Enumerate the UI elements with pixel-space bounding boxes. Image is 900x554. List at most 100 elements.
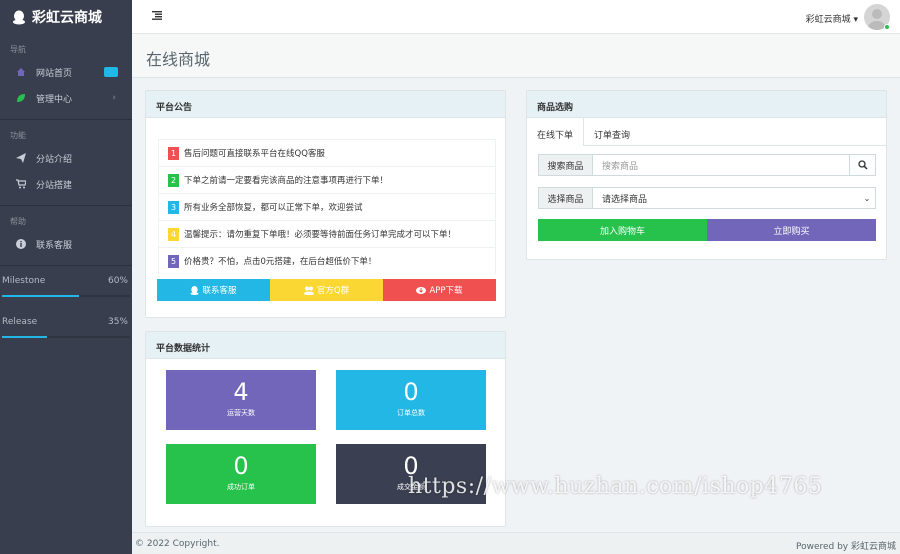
- button-label: APP下载: [429, 286, 463, 296]
- page-title-bar: 在线商城: [132, 34, 900, 78]
- button-label: 联系客服: [202, 286, 237, 296]
- qq-icon: [13, 10, 25, 24]
- tab-order-query[interactable]: 订单查询: [584, 118, 640, 145]
- item-text: 所有业务全部恢复，都可以正常下单，欢迎尝试: [184, 203, 363, 213]
- copyright: © 2022 Copyright.: [135, 539, 220, 549]
- search-input[interactable]: 搜索商品: [593, 155, 849, 175]
- paper-plane-icon: [15, 152, 27, 164]
- watermark-text: https://www.huzhan.com/ishop4765: [408, 474, 823, 499]
- stat-value: 0: [403, 378, 419, 406]
- item-number: 1: [168, 146, 179, 160]
- shop-tabs: 在线下单 订单查询: [527, 118, 886, 146]
- button-label: 官方Q群: [316, 286, 350, 296]
- contact-support-button[interactable]: 联系客服: [157, 279, 270, 301]
- users-icon: [303, 286, 314, 295]
- announcement-list: 1 售后问题可直接联系平台在线QQ客服 2 下单之前请一定要看完该商品的注意事项…: [158, 139, 496, 274]
- progress-track: [2, 336, 130, 338]
- item-number: 2: [168, 173, 179, 187]
- heart-badge: [104, 67, 118, 77]
- item-number: 3: [168, 200, 179, 214]
- list-item: 4 温馨提示：请勿重复下单哦！必须要等待前面任务订单完成才可以下单！: [158, 220, 496, 247]
- item-number: 5: [168, 254, 179, 268]
- chevron-down-icon[interactable]: ⌄: [859, 188, 875, 208]
- select-label: 选择商品: [539, 188, 593, 208]
- menu-toggle-icon[interactable]: [152, 11, 162, 20]
- announcement-buttons: 联系客服 官方Q群 APP下载: [157, 279, 496, 301]
- list-item: 2 下单之前请一定要看完该商品的注意事项再进行下单！: [158, 166, 496, 193]
- buy-buttons: 加入购物车 立即购买: [538, 219, 876, 241]
- search-field: 搜索商品 搜索商品: [538, 154, 876, 176]
- stat-label: 成功订单: [227, 483, 255, 491]
- progress-fill: [2, 336, 47, 338]
- sidebar-item-label: 联系客服: [36, 240, 73, 251]
- sidebar: 彩虹云商城 导航 网站首页 管理中心 › 功能 分站介绍 分站搭建 帮助 联系客…: [0, 0, 132, 554]
- home-icon: [15, 66, 27, 78]
- leaf-icon: [15, 92, 27, 104]
- progress-value: 35%: [107, 317, 128, 327]
- item-number: 4: [168, 227, 179, 241]
- stat-card-success: 0 成功订单: [166, 444, 316, 504]
- announcement-panel: 平台公告 1 售后问题可直接联系平台在线QQ客服 2 下单之前请一定要看完该商品…: [145, 90, 506, 318]
- item-text: 售后问题可直接联系平台在线QQ客服: [184, 149, 325, 159]
- sidebar-item-support[interactable]: 联系客服: [0, 231, 132, 257]
- user-menu[interactable]: 彩虹云商城 ▾: [806, 12, 858, 25]
- stat-card-days: 4 运营天数: [166, 370, 316, 430]
- progress-fill: [2, 295, 79, 297]
- sidebar-item-label: 分站搭建: [36, 180, 73, 191]
- sidebar-item-label: 管理中心: [36, 94, 73, 105]
- qq-icon: [190, 285, 200, 295]
- buy-now-button[interactable]: 立即购买: [707, 219, 876, 241]
- list-item: 5 价格贵？不怕，点击0元搭建，在后台超低价下单！: [158, 247, 496, 274]
- item-text: 下单之前请一定要看完该商品的注意事项再进行下单！: [184, 176, 389, 186]
- powered-by: Powered by 彩虹云商城: [795, 542, 896, 552]
- brand-name: 彩虹云商城: [32, 10, 102, 26]
- chevron-right-icon: ›: [112, 93, 116, 103]
- progress-value: 60%: [107, 276, 128, 286]
- sidebar-item-home[interactable]: 网站首页: [0, 59, 132, 85]
- progress-label: Release: [2, 317, 38, 327]
- stat-label: 订单总数: [397, 409, 425, 417]
- online-status-dot: [884, 24, 890, 30]
- panel-title: 商品选购: [527, 91, 886, 118]
- product-select[interactable]: 请选择商品: [593, 188, 859, 208]
- stat-value: 4: [233, 378, 249, 406]
- user-name: 彩虹云商城: [805, 15, 851, 25]
- search-button[interactable]: [849, 155, 875, 175]
- sidebar-item-label: 分站介绍: [36, 154, 73, 165]
- list-item: 3 所有业务全部恢复，都可以正常下单，欢迎尝试: [158, 193, 496, 220]
- panel-title: 平台数据统计: [146, 332, 505, 359]
- panel-title: 平台公告: [146, 91, 505, 118]
- product-select-field: 选择商品 请选择商品 ⌄: [538, 187, 876, 209]
- progress-release: Release 35%: [0, 317, 132, 338]
- footer: © 2022 Copyright. Powered by 彩虹云商城: [132, 532, 900, 554]
- sidebar-item-admin[interactable]: 管理中心 ›: [0, 85, 132, 111]
- page-title: 在线商城: [146, 50, 211, 69]
- info-icon: [15, 238, 27, 250]
- sidebar-item-label: 网站首页: [36, 68, 73, 79]
- sidebar-item-intro[interactable]: 分站介绍: [0, 145, 132, 171]
- shop-panel: 商品选购 在线下单 订单查询 搜索商品 搜索商品 选择商品 请选择商品 ⌄ 加入…: [526, 90, 887, 260]
- progress-track: [2, 295, 130, 297]
- section-title-nav: 导航: [10, 45, 26, 54]
- progress-label: Milestone: [2, 276, 46, 286]
- add-to-cart-button[interactable]: 加入购物车: [538, 219, 707, 241]
- item-text: 价格贵？不怕，点击0元搭建，在后台超低价下单！: [184, 257, 377, 267]
- brand[interactable]: 彩虹云商城: [0, 0, 132, 34]
- section-title-help: 帮助: [10, 217, 26, 226]
- cloud-download-icon: [416, 287, 427, 294]
- item-text: 温馨提示：请勿重复下单哦！必须要等待前面任务订单完成才可以下单！: [184, 230, 457, 240]
- stat-card-orders: 0 订单总数: [336, 370, 486, 430]
- search-label: 搜索商品: [539, 155, 593, 175]
- stat-value: 0: [233, 452, 249, 480]
- search-icon: [857, 160, 868, 170]
- progress-milestone: Milestone 60%: [0, 276, 132, 297]
- list-item: 1 售后问题可直接联系平台在线QQ客服: [158, 139, 496, 166]
- section-title-func: 功能: [10, 131, 26, 140]
- divider: [0, 265, 132, 266]
- cart-icon: [15, 178, 27, 190]
- tab-order-online[interactable]: 在线下单: [527, 118, 585, 146]
- sidebar-item-build[interactable]: 分站搭建: [0, 171, 132, 197]
- app-download-button[interactable]: APP下载: [383, 279, 496, 301]
- official-group-button[interactable]: 官方Q群: [270, 279, 383, 301]
- top-header: 彩虹云商城 ▾: [132, 0, 900, 34]
